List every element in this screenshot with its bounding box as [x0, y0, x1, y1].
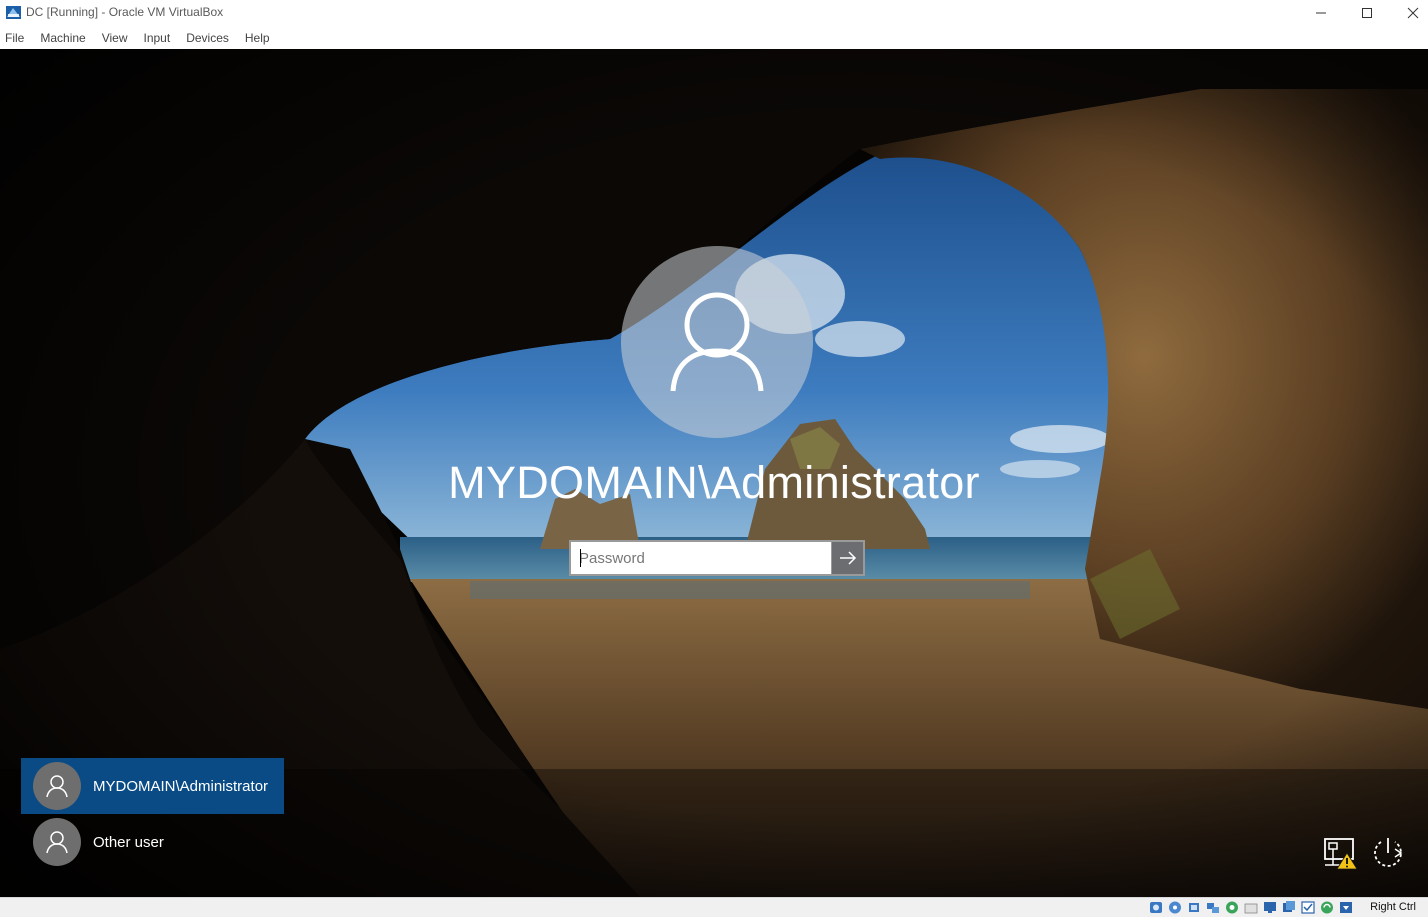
network-adapter-icon[interactable] — [1205, 900, 1221, 915]
password-input[interactable] — [571, 542, 831, 574]
maximize-icon — [1362, 8, 1372, 18]
menu-help[interactable]: Help — [245, 31, 270, 45]
window-title: DC [Running] - Oracle VM VirtualBox — [26, 5, 224, 19]
user-tile-administrator[interactable]: MYDOMAIN\Administrator — [21, 758, 284, 814]
usb-icon[interactable] — [1224, 900, 1240, 915]
vm-display[interactable]: MYDOMAIN\Administrator MYDOMAIN\Administ… — [0, 49, 1428, 897]
shared-folders-icon[interactable] — [1243, 900, 1259, 915]
recording-icon[interactable] — [1281, 900, 1297, 915]
menu-devices[interactable]: Devices — [186, 31, 229, 45]
login-username: MYDOMAIN\Administrator — [448, 457, 980, 508]
menu-machine[interactable]: Machine — [40, 31, 85, 45]
power-button[interactable] — [1368, 835, 1408, 871]
power-icon — [1374, 838, 1403, 867]
arrow-right-icon — [839, 551, 856, 565]
network-warning-icon — [1324, 838, 1358, 870]
mouse-integration-icon[interactable] — [1319, 900, 1335, 915]
user-avatar — [621, 246, 813, 438]
maximize-button[interactable] — [1344, 0, 1390, 26]
cpu-icon[interactable] — [1300, 900, 1316, 915]
title-bar: DC [Running] - Oracle VM VirtualBox — [0, 0, 1428, 26]
tile-avatar — [33, 818, 81, 866]
minimize-icon — [1316, 12, 1326, 14]
status-icons — [1148, 900, 1354, 915]
user-tile-label: Other user — [93, 833, 164, 851]
display-icon[interactable] — [1262, 900, 1278, 915]
submit-button[interactable] — [831, 542, 863, 574]
minimize-button[interactable] — [1298, 0, 1344, 26]
user-icon — [46, 775, 68, 798]
password-box — [569, 540, 865, 576]
menu-input[interactable]: Input — [144, 31, 171, 45]
menu-file[interactable]: File — [5, 31, 24, 45]
tile-avatar — [33, 762, 81, 810]
hard-disk-icon[interactable] — [1148, 900, 1164, 915]
user-tile-other[interactable]: Other user — [21, 814, 284, 870]
menu-bar: File Machine View Input Devices Help — [0, 26, 1428, 49]
user-icon — [670, 292, 764, 392]
host-key-label: Right Ctrl — [1370, 901, 1416, 913]
status-bar: Right Ctrl — [0, 897, 1428, 917]
user-icon — [46, 831, 68, 854]
close-button[interactable] — [1390, 0, 1428, 26]
menu-view[interactable]: View — [102, 31, 128, 45]
text-caret — [580, 549, 581, 567]
keyboard-icon[interactable] — [1338, 900, 1354, 915]
user-tile-label: MYDOMAIN\Administrator — [93, 777, 269, 795]
close-icon — [1407, 7, 1419, 19]
virtualbox-icon — [6, 6, 21, 19]
audio-icon[interactable] — [1186, 900, 1202, 915]
network-button[interactable] — [1320, 835, 1360, 871]
optical-drive-icon[interactable] — [1167, 900, 1183, 915]
